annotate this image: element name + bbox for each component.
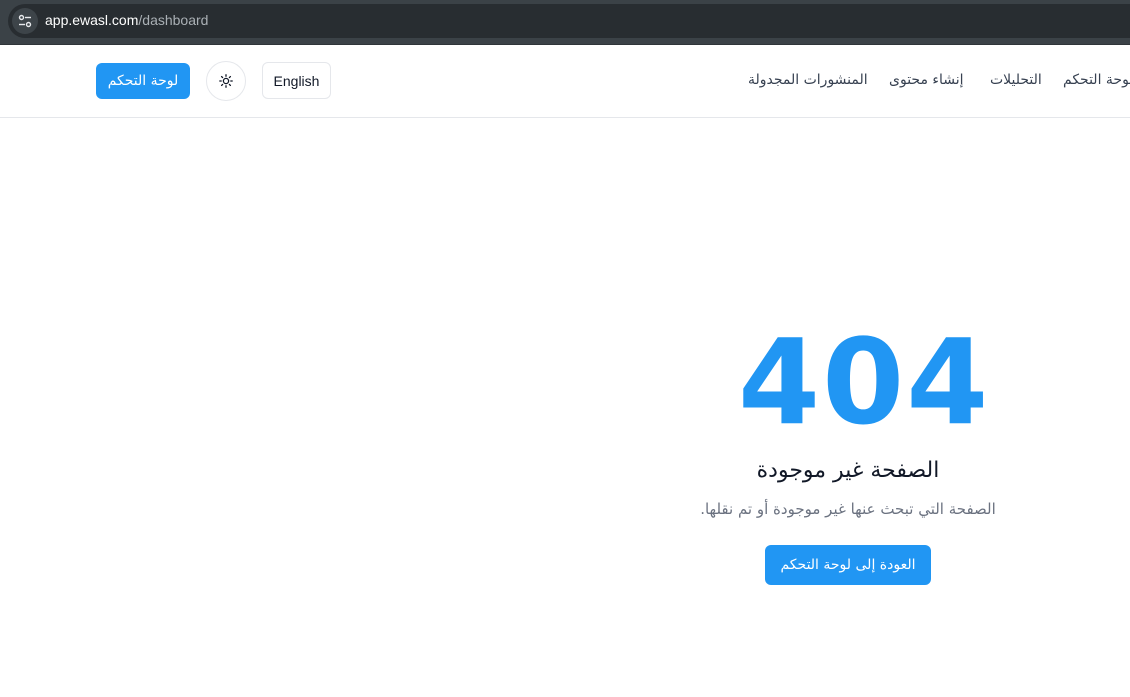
url-text[interactable]: app.ewasl.com/dashboard [45,12,208,28]
error-description: الصفحة التي تبحث عنها غير موجودة أو تم ن… [700,500,996,518]
nav-scheduled-posts[interactable]: المنشورات المجدولة [748,72,868,88]
error-title: الصفحة غير موجودة [756,458,940,483]
back-to-dashboard-button[interactable]: العودة إلى لوحة التحكم [765,545,931,585]
tune-icon[interactable] [12,8,38,34]
url-domain: app.ewasl.com [45,12,139,28]
nav-create-content[interactable]: إنشاء محتوى [889,72,964,88]
nav-analytics[interactable]: التحليلات [990,72,1042,88]
dashboard-button[interactable]: لوحة التحكم [96,63,190,99]
browser-toolbar: app.ewasl.com/dashboard [0,0,1130,45]
language-button[interactable]: English [262,62,331,99]
nav-dashboard[interactable]: لوحة التحكم [1063,72,1130,88]
url-path: /dashboard [138,12,209,28]
theme-toggle-button[interactable] [206,61,246,101]
address-bar[interactable]: app.ewasl.com/dashboard [8,4,1130,38]
app-header: لوحة التحكم English لوحة التحكم التحليلا… [0,45,1130,118]
sun-icon [219,74,233,88]
error-code: 404 [738,313,991,451]
